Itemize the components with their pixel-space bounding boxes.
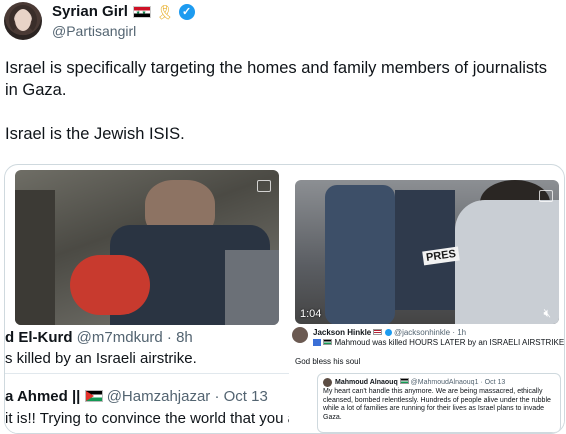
right-screenshot-card: Jackson Hinkle @jacksonhinkle · 1h Mahmo… — [289, 326, 564, 433]
author-avatar[interactable] — [4, 2, 42, 40]
photo-shape — [15, 190, 55, 325]
tweet-paragraph-1: Israel is specifically targeting the hom… — [5, 59, 547, 99]
yellow-ribbon-icon: 🎗 — [155, 3, 174, 20]
quoted-tweet: Mahmoud Alnaouq @MahmoudAlnaouq1 · Oct 1… — [317, 373, 561, 433]
left-card-meta-2: @Hamzahjazar · Oct 13 — [106, 388, 268, 405]
jackson-subline: Mahmoud was killed HOURS LATER by an ISR… — [313, 338, 564, 347]
left-screenshot-card: d El-Kurd @m7mdkurd · 8h s killed by an … — [5, 325, 290, 433]
gallery-icon — [257, 180, 271, 192]
left-card-name-1: d El-Kurd — [5, 329, 73, 346]
jackson-body: God bless his soul — [295, 357, 361, 366]
quote-header: Mahmoud Alnaouq @MahmoudAlnaouq1 · Oct 1… — [335, 378, 505, 386]
jackson-meta: @jacksonhinkle · 1h — [393, 328, 467, 337]
verified-badge-icon — [384, 329, 392, 336]
left-card-line-4: it is!! Trying to convince the world tha… — [5, 410, 290, 427]
down-arrow-icon — [313, 339, 321, 346]
left-photo[interactable] — [15, 170, 279, 325]
syria-flag-icon — [132, 5, 151, 18]
author-handle[interactable]: @Partisangirl — [52, 23, 136, 39]
mahmoud-avatar — [323, 378, 332, 387]
verified-badge-icon: ✓ — [178, 3, 195, 20]
left-card-name-2: a Ahmed || — [5, 388, 81, 405]
media-attachment[interactable]: d El-Kurd @m7mdkurd · 8h s killed by an … — [4, 164, 565, 434]
jackson-header: Jackson Hinkle @jacksonhinkle · 1h — [313, 328, 466, 337]
left-card-divider — [5, 373, 290, 374]
palestine-flag-icon — [399, 378, 409, 384]
photo-shape — [225, 250, 279, 325]
us-flag-icon — [373, 329, 383, 335]
avatar-face — [15, 9, 31, 31]
video-timestamp: 1:04 — [300, 308, 322, 320]
left-card-line-3: a Ahmed || @Hamzahjazar · Oct 13 — [5, 388, 268, 405]
video-shape — [325, 185, 395, 324]
jackson-name: Jackson Hinkle — [313, 328, 372, 337]
gallery-icon — [539, 190, 553, 202]
quote-meta: @MahmoudAlnaouq1 · Oct 13 — [410, 379, 506, 386]
palestine-flag-icon — [323, 339, 333, 345]
quote-name: Mahmoud Alnaouq — [335, 379, 398, 386]
jackson-avatar — [292, 327, 308, 343]
left-card-meta-1: @m7mdkurd · 8h — [76, 329, 193, 346]
right-video[interactable]: PRES 1:04 🔇︎ — [295, 180, 559, 324]
author-display-name[interactable]: Syrian Girl — [52, 3, 128, 20]
tweet-text: Israel is specifically targeting the hom… — [5, 57, 555, 145]
tweet-paragraph-2: Israel is the Jewish ISIS. — [5, 125, 185, 143]
mute-icon[interactable]: 🔇︎ — [543, 306, 551, 321]
photo-shape — [70, 255, 150, 315]
left-card-line-2: s killed by an Israeli airstrike. — [5, 350, 197, 367]
author-name-row: Syrian Girl 🎗 ✓ — [52, 3, 195, 20]
left-card-line-1: d El-Kurd @m7mdkurd · 8h — [5, 329, 193, 346]
jackson-subline-text: Mahmoud was killed HOURS LATER by an ISR… — [334, 338, 565, 347]
palestine-flag-icon — [84, 390, 103, 402]
quote-body: My heart can't handle this anymore. We a… — [323, 388, 551, 421]
